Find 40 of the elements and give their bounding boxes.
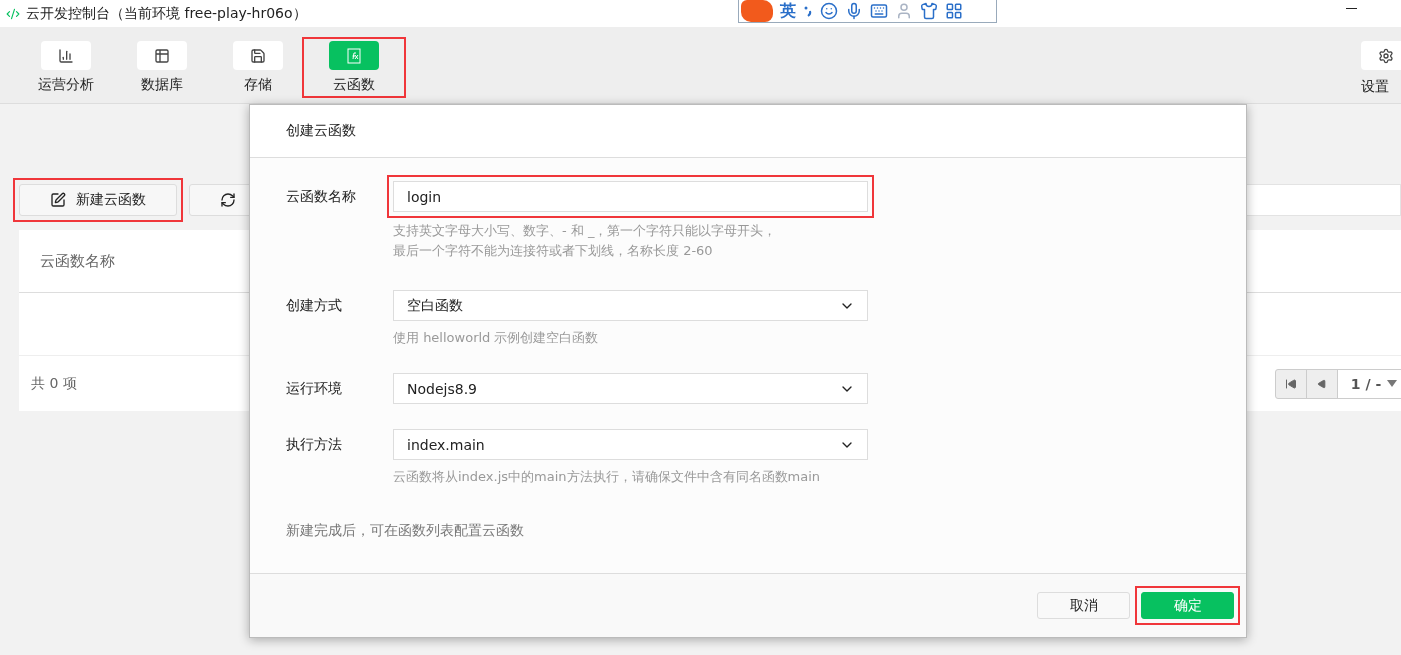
- nav-tab[interactable]: 数据库: [114, 41, 210, 94]
- field-label: 创建方式: [286, 296, 343, 315]
- edit-icon: [50, 192, 66, 208]
- shirt-icon[interactable]: [920, 2, 938, 20]
- nav-tab[interactable]: 存储: [210, 41, 306, 94]
- select-field[interactable]: index.main: [393, 429, 868, 460]
- logo-icon: [741, 0, 773, 22]
- fx-icon: [346, 47, 362, 64]
- note-text: 新建完成后，可在函数列表配置云函数: [286, 522, 525, 540]
- item-count: 共 0 项: [31, 374, 77, 393]
- settings-icon: [1378, 47, 1394, 64]
- hint-text: 使用 helloworld 示例创建空白函数: [393, 329, 600, 347]
- punctuation-icon[interactable]: [803, 4, 813, 18]
- dialog-title: 创建云函数: [286, 122, 356, 140]
- nav-tab[interactable]: 云函数: [306, 41, 402, 94]
- keyboard-icon[interactable]: [870, 2, 888, 20]
- microphone-icon[interactable]: [845, 2, 863, 20]
- dropdown-triangle-icon: [1387, 380, 1398, 387]
- field-label: 执行方法: [286, 435, 343, 454]
- field-label: 运行环境: [286, 379, 343, 398]
- new-function-button[interactable]: 新建云函数: [19, 184, 177, 216]
- ime-mode[interactable]: 英: [780, 0, 796, 22]
- hint-text: 云函数将从index.js中的main方法执行，请确保文件中含有同名函数main: [393, 468, 822, 486]
- table-icon: [154, 47, 170, 64]
- smile-icon[interactable]: [820, 2, 838, 20]
- first-page-icon: [1285, 377, 1297, 390]
- page-select[interactable]: 1 / -: [1338, 369, 1401, 398]
- select-field[interactable]: 空白函数: [393, 290, 868, 321]
- refresh-icon: [220, 192, 236, 208]
- select-field[interactable]: Nodejs8.9: [393, 373, 868, 404]
- code-icon: [6, 6, 20, 21]
- cancel-button[interactable]: 取消: [1037, 592, 1130, 619]
- grid-icon[interactable]: [945, 2, 963, 20]
- bar-chart-icon: [58, 47, 74, 64]
- column-header: 云函数名称: [40, 251, 115, 271]
- name-input[interactable]: login: [393, 181, 868, 212]
- triangle-left-icon: [1317, 378, 1327, 389]
- window-title: 云开发控制台（当前环境 free-play-hr06o）: [26, 4, 307, 23]
- nav-tab[interactable]: 运营分析: [18, 41, 114, 94]
- field-label: 云函数名称: [286, 187, 357, 206]
